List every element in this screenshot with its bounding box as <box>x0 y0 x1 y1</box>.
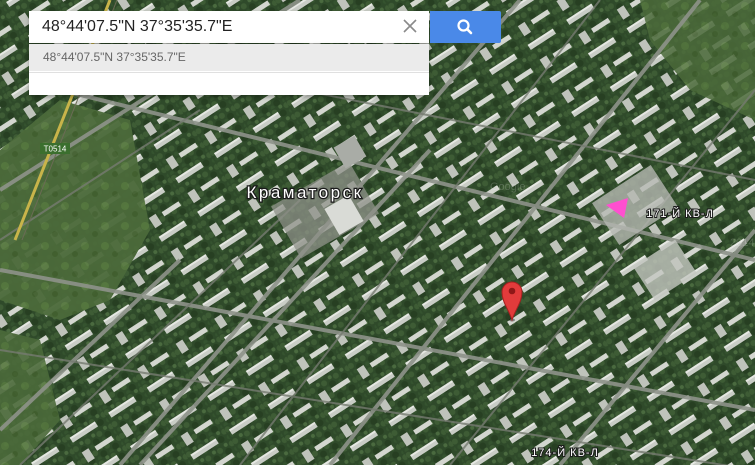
district-label-171: 171-Й КВ-Л <box>646 207 714 220</box>
search-box <box>29 11 429 43</box>
suggestion-dropdown: 48°44'07.5"N 37°35'35.7"E <box>29 44 429 95</box>
search-icon <box>457 19 473 35</box>
close-icon[interactable] <box>398 14 422 38</box>
road-label: Т0514 <box>44 145 67 154</box>
suggestion-item[interactable]: 48°44'07.5"N 37°35'35.7"E <box>29 44 429 71</box>
search-button[interactable] <box>430 11 501 43</box>
watermark-year: 2014 <box>730 237 754 249</box>
city-label: Краматорск <box>246 183 363 202</box>
district-label-174: 174-Й КВ-Л <box>531 446 599 459</box>
watermark: Google <box>490 181 525 193</box>
search-input[interactable] <box>29 11 389 43</box>
dropdown-divider <box>29 72 429 73</box>
